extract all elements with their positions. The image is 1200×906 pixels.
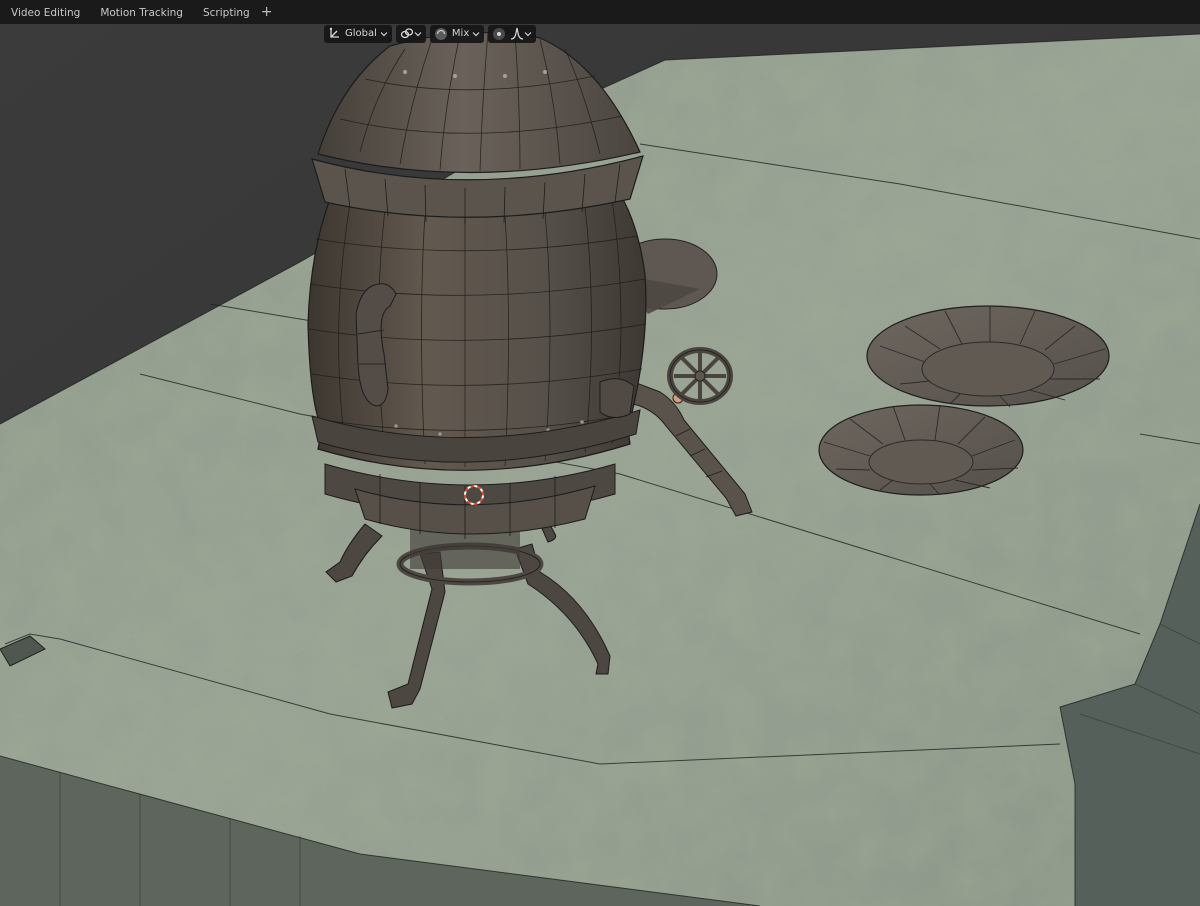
- plate-large: [866, 305, 1110, 408]
- chevron-down-icon: [524, 30, 532, 38]
- proportional-editing-group: [488, 24, 537, 43]
- plate-small: [818, 404, 1024, 496]
- tab-video-editing[interactable]: Video Editing: [0, 0, 89, 24]
- pivot-point-dropdown[interactable]: [395, 24, 426, 43]
- snap-magnet-icon: [434, 27, 448, 41]
- snap-dropdown[interactable]: Mix: [429, 24, 485, 43]
- add-workspace-button[interactable]: +: [259, 0, 279, 24]
- valve-wheel: [667, 347, 733, 405]
- tab-motion-tracking[interactable]: Motion Tracking: [89, 0, 192, 24]
- viewport-scene: [0, 24, 1200, 906]
- proportional-editing-toggle-icon[interactable]: [492, 27, 506, 41]
- link-icon: [400, 27, 414, 40]
- snap-mode-label: Mix: [451, 27, 470, 39]
- pipe-joint: [599, 378, 635, 418]
- viewport-header-toolbar: Global Mix: [324, 24, 540, 43]
- tab-scripting[interactable]: Scripting: [192, 0, 259, 24]
- workspace-tab-bar: Video Editing Motion Tracking Scripting …: [0, 0, 1200, 24]
- transform-orientation-icon: [328, 27, 341, 40]
- 3d-viewport[interactable]: [0, 24, 1200, 906]
- chevron-down-icon: [472, 30, 480, 38]
- chevron-down-icon: [414, 30, 422, 38]
- blender-window: Video Editing Motion Tracking Scripting …: [0, 0, 1200, 906]
- chevron-down-icon: [380, 30, 388, 38]
- transform-orientation-label: Global: [345, 27, 377, 39]
- falloff-curve-icon[interactable]: [510, 27, 524, 40]
- transform-orientation-dropdown[interactable]: Global: [324, 24, 392, 43]
